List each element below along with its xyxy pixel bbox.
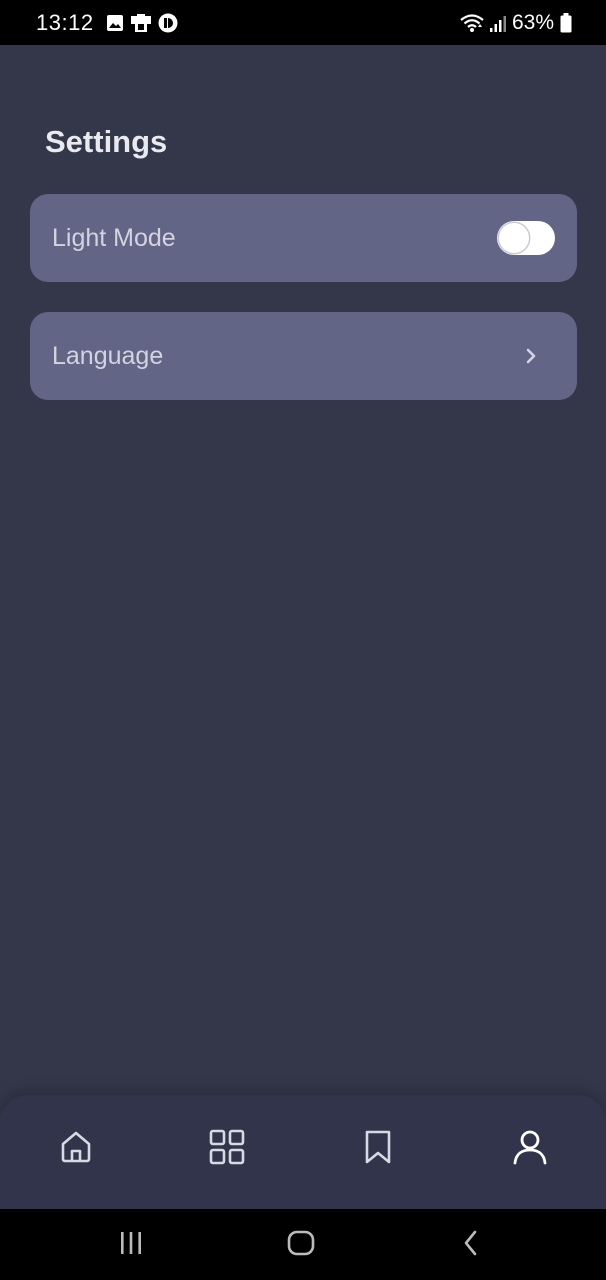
signal-icon — [489, 14, 506, 32]
app-icon — [158, 13, 178, 33]
grid-icon — [208, 1128, 246, 1171]
gallery-icon — [106, 14, 124, 32]
bookmark-icon — [363, 1129, 393, 1170]
status-bar: 13:12 63% — [0, 0, 606, 45]
status-right: 63% — [460, 11, 572, 35]
home-circle-icon — [287, 1229, 315, 1262]
language-setting[interactable]: Language — [30, 312, 577, 400]
bottom-nav — [0, 1095, 606, 1209]
nav-bookmark[interactable] — [358, 1129, 398, 1169]
back-icon — [461, 1229, 481, 1262]
system-nav-bar — [0, 1209, 606, 1280]
home-icon — [59, 1130, 93, 1169]
status-notification-icons — [106, 13, 178, 33]
nav-profile[interactable] — [510, 1129, 550, 1169]
page-title: Settings — [45, 124, 168, 159]
nav-home[interactable] — [56, 1129, 96, 1169]
language-label: Language — [52, 341, 164, 370]
recents-icon — [117, 1231, 145, 1260]
toggle-knob — [499, 223, 529, 253]
light-mode-setting: Light Mode — [30, 194, 577, 282]
profile-icon — [512, 1129, 548, 1170]
wifi-icon — [460, 13, 484, 33]
notification-app-icon — [130, 13, 152, 33]
status-time: 13:12 — [36, 9, 94, 35]
nav-grid[interactable] — [207, 1129, 247, 1169]
battery-icon — [560, 12, 572, 33]
battery-percent: 63% — [511, 10, 554, 34]
system-home-button[interactable] — [284, 1229, 318, 1261]
chevron-right-icon — [525, 347, 537, 365]
light-mode-label: Light Mode — [52, 223, 176, 252]
back-button[interactable] — [454, 1229, 488, 1261]
recents-button[interactable] — [114, 1229, 148, 1261]
light-mode-toggle[interactable] — [497, 221, 555, 255]
